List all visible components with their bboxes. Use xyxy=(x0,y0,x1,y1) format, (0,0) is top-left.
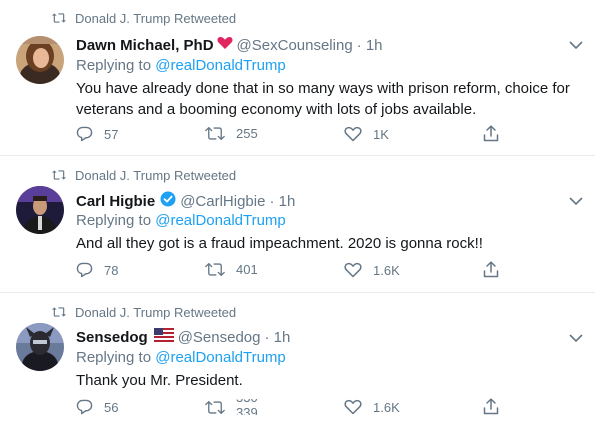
tweet-text-line: veterans and a booming economy with lots… xyxy=(76,101,477,118)
like-button[interactable]: 1.6K xyxy=(344,262,400,278)
heart-outline-icon xyxy=(344,399,362,415)
mention-link[interactable]: @realDonaldTrump xyxy=(155,212,286,229)
display-name[interactable]: Carl Higbie xyxy=(76,193,155,210)
mention-link[interactable]: @realDonaldTrump xyxy=(155,349,286,366)
timestamp[interactable]: · 1h xyxy=(269,193,295,210)
avatar-image xyxy=(16,323,64,371)
tweet-text-line: Thank you Mr. President. xyxy=(76,372,243,389)
heart-outline-icon xyxy=(344,262,362,278)
replying-to-label: Replying to xyxy=(76,212,152,229)
timeline: Donald J. Trump Retweeted Dawn Michael, … xyxy=(0,0,595,423)
retweet-icon xyxy=(52,13,66,23)
us-flag-icon xyxy=(153,328,174,346)
retweet-icon xyxy=(205,400,225,414)
replying-to-label: Replying to xyxy=(76,349,152,366)
reply-count: 78 xyxy=(104,262,119,278)
tweet-text: You have already done that in so many wa… xyxy=(76,78,576,120)
tweet[interactable]: Donald J. Trump Retweeted Dawn Michael, … xyxy=(0,0,595,155)
tweet-text-line: You have already done that in so many wa… xyxy=(76,80,570,97)
retweet-context-label: Donald J. Trump Retweeted xyxy=(75,168,237,183)
replying-to: Replying to @realDonaldTrump xyxy=(76,349,286,366)
retweet-count: 401 xyxy=(236,262,258,277)
verified-badge-icon xyxy=(160,191,176,211)
avatar[interactable] xyxy=(16,36,64,84)
like-button[interactable]: 1.6K xyxy=(344,399,400,415)
share-icon xyxy=(483,398,499,415)
share-icon xyxy=(483,261,499,278)
like-count: 1.6K xyxy=(373,262,400,278)
retweet-icon xyxy=(205,263,225,276)
retweet-context-label: Donald J. Trump Retweeted xyxy=(75,305,237,320)
tweet[interactable]: Donald J. Trump Retweeted Carl Higbie @C… xyxy=(0,156,595,291)
heart-outline-icon xyxy=(344,126,362,142)
avatar[interactable] xyxy=(16,186,64,234)
timestamp[interactable]: · 1h xyxy=(264,329,290,346)
share-icon xyxy=(483,125,499,142)
display-name[interactable]: Dawn Michael, PhD xyxy=(76,37,214,54)
avatar-image xyxy=(16,186,64,234)
retweet-button[interactable]: 401 xyxy=(205,262,258,277)
retweet-button[interactable]: 330 339 xyxy=(205,399,266,415)
like-count: 1K xyxy=(373,126,389,142)
reply-count: 56 xyxy=(104,399,119,415)
like-button[interactable]: 1K xyxy=(344,126,389,142)
retweet-icon xyxy=(52,307,66,317)
share-button[interactable] xyxy=(483,261,499,278)
retweet-count-rolling: 330 339 xyxy=(236,399,266,415)
retweet-count: 339 xyxy=(236,405,258,415)
chevron-down-icon[interactable] xyxy=(569,196,583,206)
user-handle[interactable]: @SexCounseling xyxy=(237,37,353,54)
tweet-text: Thank you Mr. President. xyxy=(76,370,576,391)
reply-icon xyxy=(76,126,93,142)
heart-icon xyxy=(216,36,233,54)
avatar-image xyxy=(16,36,64,84)
retweet-icon xyxy=(205,127,225,140)
timestamp[interactable]: · 1h xyxy=(357,37,383,54)
retweet-count: 255 xyxy=(236,126,258,141)
share-button[interactable] xyxy=(483,398,499,415)
reply-icon xyxy=(76,399,93,415)
tweet-text-line: And all they got is a fraud impeachment.… xyxy=(76,235,483,252)
like-count: 1.6K xyxy=(373,399,400,415)
chevron-down-icon[interactable] xyxy=(569,40,583,50)
retweet-context-label: Donald J. Trump Retweeted xyxy=(75,11,237,26)
tweet[interactable]: Donald J. Trump Retweeted Sensedog @Sens… xyxy=(0,293,595,423)
retweet-button[interactable]: 255 xyxy=(205,126,258,141)
replying-to-label: Replying to xyxy=(76,57,152,74)
chevron-down-icon[interactable] xyxy=(569,333,583,343)
reply-button[interactable]: 57 xyxy=(76,126,118,142)
share-button[interactable] xyxy=(483,125,499,142)
tweet-header: Carl Higbie @CarlHigbie · 1h xyxy=(76,191,295,211)
retweet-icon xyxy=(52,170,66,180)
reply-button[interactable]: 56 xyxy=(76,399,118,415)
reply-button[interactable]: 78 xyxy=(76,262,118,278)
reply-icon xyxy=(76,262,93,278)
replying-to: Replying to @realDonaldTrump xyxy=(76,57,286,74)
mention-link[interactable]: @realDonaldTrump xyxy=(155,57,286,74)
display-name[interactable]: Sensedog xyxy=(76,329,148,346)
user-handle[interactable]: @Sensedog xyxy=(178,329,261,346)
avatar[interactable] xyxy=(16,323,64,371)
replying-to: Replying to @realDonaldTrump xyxy=(76,212,286,229)
user-handle[interactable]: @CarlHigbie xyxy=(180,193,265,210)
tweet-text: And all they got is a fraud impeachment.… xyxy=(76,233,576,254)
tweet-header: Dawn Michael, PhD @SexCounseling · 1h xyxy=(76,36,383,54)
reply-count: 57 xyxy=(104,126,119,142)
tweet-header: Sensedog @Sensedog · 1h xyxy=(76,328,290,346)
